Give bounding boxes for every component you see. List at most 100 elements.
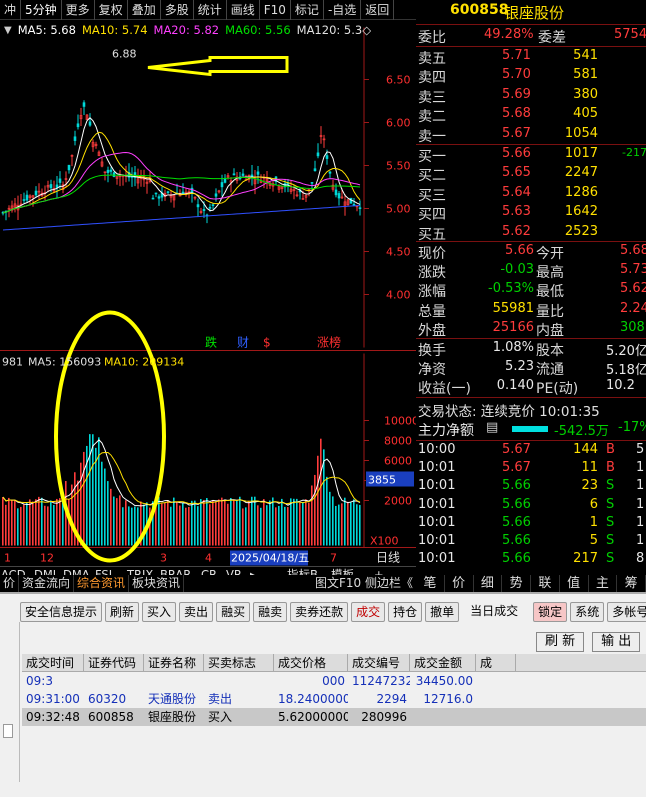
- weibi-label: 委比: [418, 30, 446, 46]
- detail-tab-main[interactable]: 主: [589, 575, 618, 592]
- table-row[interactable]: 09:32:48 600858 银座股份 买入 5.62000000 280996: [22, 708, 646, 726]
- column-header[interactable]: 成交编号: [348, 654, 410, 671]
- collapse-icon[interactable]: ▼: [4, 25, 12, 36]
- volume-bar: [125, 500, 127, 546]
- asks-level-label: 卖一: [418, 128, 446, 145]
- period-selector[interactable]: 5分钟: [21, 0, 62, 20]
- export-button[interactable]: 输 出: [592, 632, 641, 652]
- column-header[interactable]: 证券代码: [84, 654, 144, 671]
- asks-row[interactable]: 卖二 5.68 405: [416, 106, 646, 125]
- bids-row[interactable]: 买二 5.65 2247: [416, 165, 646, 184]
- table-refresh-button[interactable]: 刷 新: [536, 632, 585, 652]
- back-button[interactable]: 返回: [361, 0, 395, 20]
- info-tab-sector[interactable]: 板块资讯: [129, 575, 185, 592]
- volume-bar: [89, 434, 91, 546]
- positions-button[interactable]: 持仓: [388, 602, 423, 622]
- volume-bar: [53, 504, 55, 546]
- main-net-menu-icon[interactable]: ▤: [486, 420, 498, 435]
- volume-bar: [47, 506, 49, 546]
- info-tab-f10-sidebar[interactable]: 图文F10 侧边栏《: [312, 575, 416, 592]
- stat2-row: 换手 1.08% 股本 5.20亿: [416, 340, 646, 359]
- asks-row[interactable]: 卖一 5.67 1054: [416, 126, 646, 145]
- column-header[interactable]: 成交价格: [274, 654, 348, 671]
- f10-button[interactable]: F10: [260, 0, 291, 20]
- candle-body: [166, 191, 170, 193]
- sell-repay-button[interactable]: 卖券还款: [290, 602, 349, 622]
- event-tag-dollar: $: [263, 336, 271, 350]
- bids-price: 5.64: [502, 184, 531, 200]
- candle-body: [241, 173, 245, 176]
- detail-tab-price[interactable]: 价: [445, 575, 474, 592]
- stat-value: 25166: [492, 319, 534, 335]
- cell-name: 银座股份: [148, 710, 197, 724]
- table-row[interactable]: 09:31:00 60320 天通股份卖出 18.24000000 2294 12716.…: [22, 690, 646, 708]
- asks-row[interactable]: 卖三 5.69 380: [416, 87, 646, 106]
- margin-sell-button[interactable]: 融卖: [253, 602, 288, 622]
- candle-body: [352, 203, 356, 206]
- stats-button[interactable]: 统计: [194, 0, 227, 20]
- detail-tab-link[interactable]: 联: [531, 575, 560, 592]
- info-tab-news[interactable]: 综合资讯: [74, 575, 130, 592]
- volume-bar: [221, 497, 223, 546]
- tick-time: 10:01: [418, 533, 456, 548]
- table-row[interactable]: 09:3 000 11247232 34450.00: [22, 672, 646, 690]
- multi-stock-button[interactable]: 多股: [161, 0, 194, 20]
- volume-bar: [305, 499, 307, 546]
- draw-line-button[interactable]: 画线: [227, 0, 260, 20]
- lock-button[interactable]: 锁定: [533, 602, 568, 622]
- volume-bar: [236, 500, 238, 546]
- bids-row[interactable]: 买三 5.64 1286: [416, 185, 646, 204]
- sell-button[interactable]: 卖出: [179, 602, 214, 622]
- info-tab-price[interactable]: 价: [0, 575, 20, 592]
- volume-bar: [233, 499, 235, 546]
- detail-tab-trades[interactable]: 笔: [416, 575, 445, 592]
- asks-row[interactable]: 卖四 5.70 581: [416, 67, 646, 86]
- toolbar-item-0[interactable]: 冲: [0, 0, 22, 20]
- volume-bar: [23, 504, 25, 546]
- detail-tab-chips[interactable]: 筹: [617, 575, 646, 592]
- column-header[interactable]: 成交时间: [22, 654, 84, 671]
- more-button[interactable]: 更多: [62, 0, 95, 20]
- column-header[interactable]: 买卖标志: [204, 654, 274, 671]
- detail-tab-detail[interactable]: 细: [474, 575, 503, 592]
- volume-bar: [200, 499, 202, 546]
- volume-bar: [359, 504, 361, 546]
- fuquan-button[interactable]: 复权: [95, 0, 128, 20]
- multi-account-button[interactable]: 多帐号: [607, 602, 646, 622]
- bids-row[interactable]: 买五 5.62 2523: [416, 224, 646, 243]
- bids-row[interactable]: 买一 5.66 1017 -217: [416, 146, 646, 165]
- column-header[interactable]: 证券名称: [144, 654, 204, 671]
- cell-name: [144, 672, 204, 690]
- cell-side: [204, 672, 274, 690]
- tick-volume: 23: [581, 478, 598, 494]
- tick-time: 10:00: [418, 442, 456, 457]
- refresh-button[interactable]: 刷新: [105, 602, 140, 622]
- buy-button[interactable]: 买入: [142, 602, 177, 622]
- asks-row[interactable]: 卖五 5.71 541: [416, 48, 646, 67]
- system-button[interactable]: 系统: [570, 602, 605, 622]
- watchlist-button[interactable]: -自选: [324, 0, 362, 20]
- candle-body: [196, 204, 200, 208]
- detail-tab-value[interactable]: 值: [560, 575, 589, 592]
- bids-row[interactable]: 买四 5.63 1642: [416, 204, 646, 223]
- asks-volume: 1054: [564, 125, 598, 141]
- column-header[interactable]: 成交金额: [410, 654, 476, 671]
- deals-button[interactable]: 成交: [351, 602, 386, 622]
- period-label[interactable]: 日线: [376, 551, 400, 565]
- detail-tab-trend[interactable]: 势: [502, 575, 531, 592]
- column-header[interactable]: 成: [476, 654, 516, 671]
- overlay-button[interactable]: 叠加: [128, 0, 161, 20]
- mark-button[interactable]: 标记: [291, 0, 324, 20]
- candle-body: [76, 123, 80, 128]
- price-axis-label: 4.50: [386, 246, 411, 259]
- margin-buy-button[interactable]: 融买: [216, 602, 251, 622]
- info-tab-capital-flow[interactable]: 资金流向: [19, 575, 75, 592]
- collapse-handle[interactable]: [3, 724, 13, 738]
- stat2-value-2: 5.18亿: [606, 363, 646, 379]
- volume-bar: [308, 502, 310, 546]
- volume-bar: [302, 502, 304, 546]
- stat2-value: 5.23: [505, 359, 534, 375]
- cancel-order-button[interactable]: 撤单: [425, 602, 460, 622]
- security-info-button[interactable]: 安全信息提示: [20, 602, 103, 622]
- kline-chart[interactable]: 6.506.005.505.004.504.001000080006000400…: [0, 20, 416, 590]
